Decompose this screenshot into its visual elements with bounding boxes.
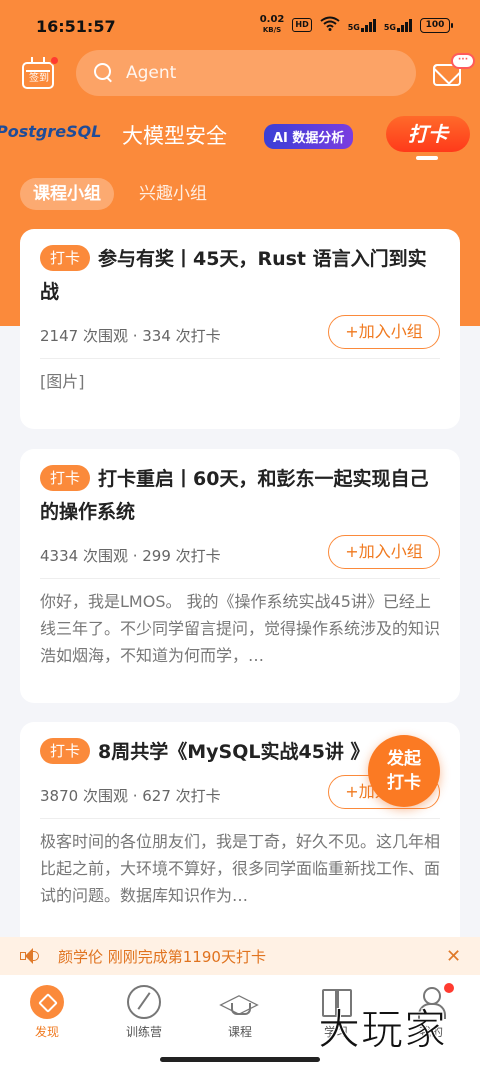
net-speed: 0.02 KB/S: [259, 14, 285, 35]
card-meta: 4334 次围观 · 299 次打卡 +加入小组: [40, 531, 440, 579]
card-meta: 2147 次围观 · 334 次打卡 +加入小组: [40, 311, 440, 359]
checkin-tag: 打卡: [40, 245, 91, 271]
message-button[interactable]: ···: [433, 53, 475, 88]
course-icon: [223, 985, 257, 1019]
checkin-label: 签到: [29, 73, 49, 84]
join-group-button[interactable]: +加入小组: [328, 315, 440, 349]
message-badge: ···: [451, 53, 475, 69]
signal-icon-1: 5G: [348, 18, 376, 32]
tab-llm-security[interactable]: 大模型安全: [122, 120, 227, 150]
tab-ai-analysis[interactable]: AI 数据分析: [264, 124, 354, 149]
group-card[interactable]: 打卡 打卡重启丨60天，和彭东一起实现自己的操作系统 4334 次围观 · 299…: [20, 449, 460, 703]
checkin-tag: 打卡: [40, 465, 91, 491]
camp-icon: [127, 985, 161, 1019]
start-checkin-fab[interactable]: 发起 打卡: [368, 735, 440, 807]
speaker-icon: [20, 948, 40, 964]
signal-icon-2: 5G: [384, 18, 412, 32]
hd-icon: HD: [292, 18, 312, 32]
card-title: 打卡 参与有奖丨45天，Rust 语言入门到实战: [40, 243, 440, 309]
notification-dot: [50, 56, 59, 65]
group-card[interactable]: 打卡 参与有奖丨45天，Rust 语言入门到实战 2147 次围观 · 334 次…: [20, 229, 460, 429]
checkin-notification-bar[interactable]: 颜学伦 刚刚完成第1190天打卡 ✕: [0, 937, 480, 975]
checkin-calendar-button[interactable]: 签到: [22, 56, 59, 90]
card-excerpt: 你好，我是LMOS。 我的《操作系统实战45讲》已经上线三年了。不少同学留言提问…: [40, 592, 440, 665]
nav-discover[interactable]: 发现: [12, 985, 82, 1040]
checkin-tag: 打卡: [40, 738, 91, 764]
tab-postgresql[interactable]: PostgreSQL: [0, 122, 101, 141]
card-excerpt: 极客时间的各位朋友们，我是丁奇，好久不见。这几年相比起之前，大环境不算好，很多同…: [40, 832, 440, 905]
nav-label: 训练营: [125, 1025, 162, 1039]
wifi-icon: [320, 16, 340, 35]
nav-training-camp[interactable]: 训练营: [109, 985, 179, 1040]
close-icon[interactable]: ✕: [446, 946, 461, 967]
tab-daka[interactable]: 打卡: [386, 116, 470, 152]
nav-courses[interactable]: 课程: [205, 985, 275, 1040]
nav-label: 课程: [227, 1025, 252, 1039]
category-tabs: PostgreSQL 大模型安全 AI 数据分析 打卡: [0, 112, 480, 160]
watermark: 大玩家: [317, 1005, 448, 1055]
home-indicator[interactable]: [160, 1057, 320, 1062]
status-icons: 0.02 KB/S HD 5G 5G 100: [259, 14, 453, 35]
search-icon: [94, 63, 114, 83]
notification-dot: [444, 983, 454, 993]
group-tabs: 课程小组 兴趣小组: [20, 178, 220, 212]
card-title: 打卡 打卡重启丨60天，和彭东一起实现自己的操作系统: [40, 463, 440, 529]
search-bar[interactable]: [76, 50, 416, 96]
notification-text: 颜学伦 刚刚完成第1190天打卡: [58, 948, 266, 966]
join-group-button[interactable]: +加入小组: [328, 535, 440, 569]
search-input[interactable]: [126, 63, 386, 83]
nav-label: 发现: [34, 1025, 59, 1039]
battery-icon: 100: [420, 17, 453, 33]
card-stats: 2147 次围观 · 334 次打卡: [40, 327, 221, 345]
active-tab-indicator: [416, 156, 438, 160]
status-time: 16:51:57: [36, 17, 116, 36]
card-stats: 4334 次围观 · 299 次打卡: [40, 547, 221, 565]
card-excerpt: [图片]: [40, 372, 85, 391]
tab-course-group[interactable]: 课程小组: [20, 178, 114, 210]
tab-interest-group[interactable]: 兴趣小组: [126, 178, 220, 210]
status-bar: 16:51:57 0.02 KB/S HD 5G 5G 100: [0, 0, 480, 52]
discover-icon: [30, 985, 64, 1019]
card-stats: 3870 次围观 · 627 次打卡: [40, 787, 221, 805]
